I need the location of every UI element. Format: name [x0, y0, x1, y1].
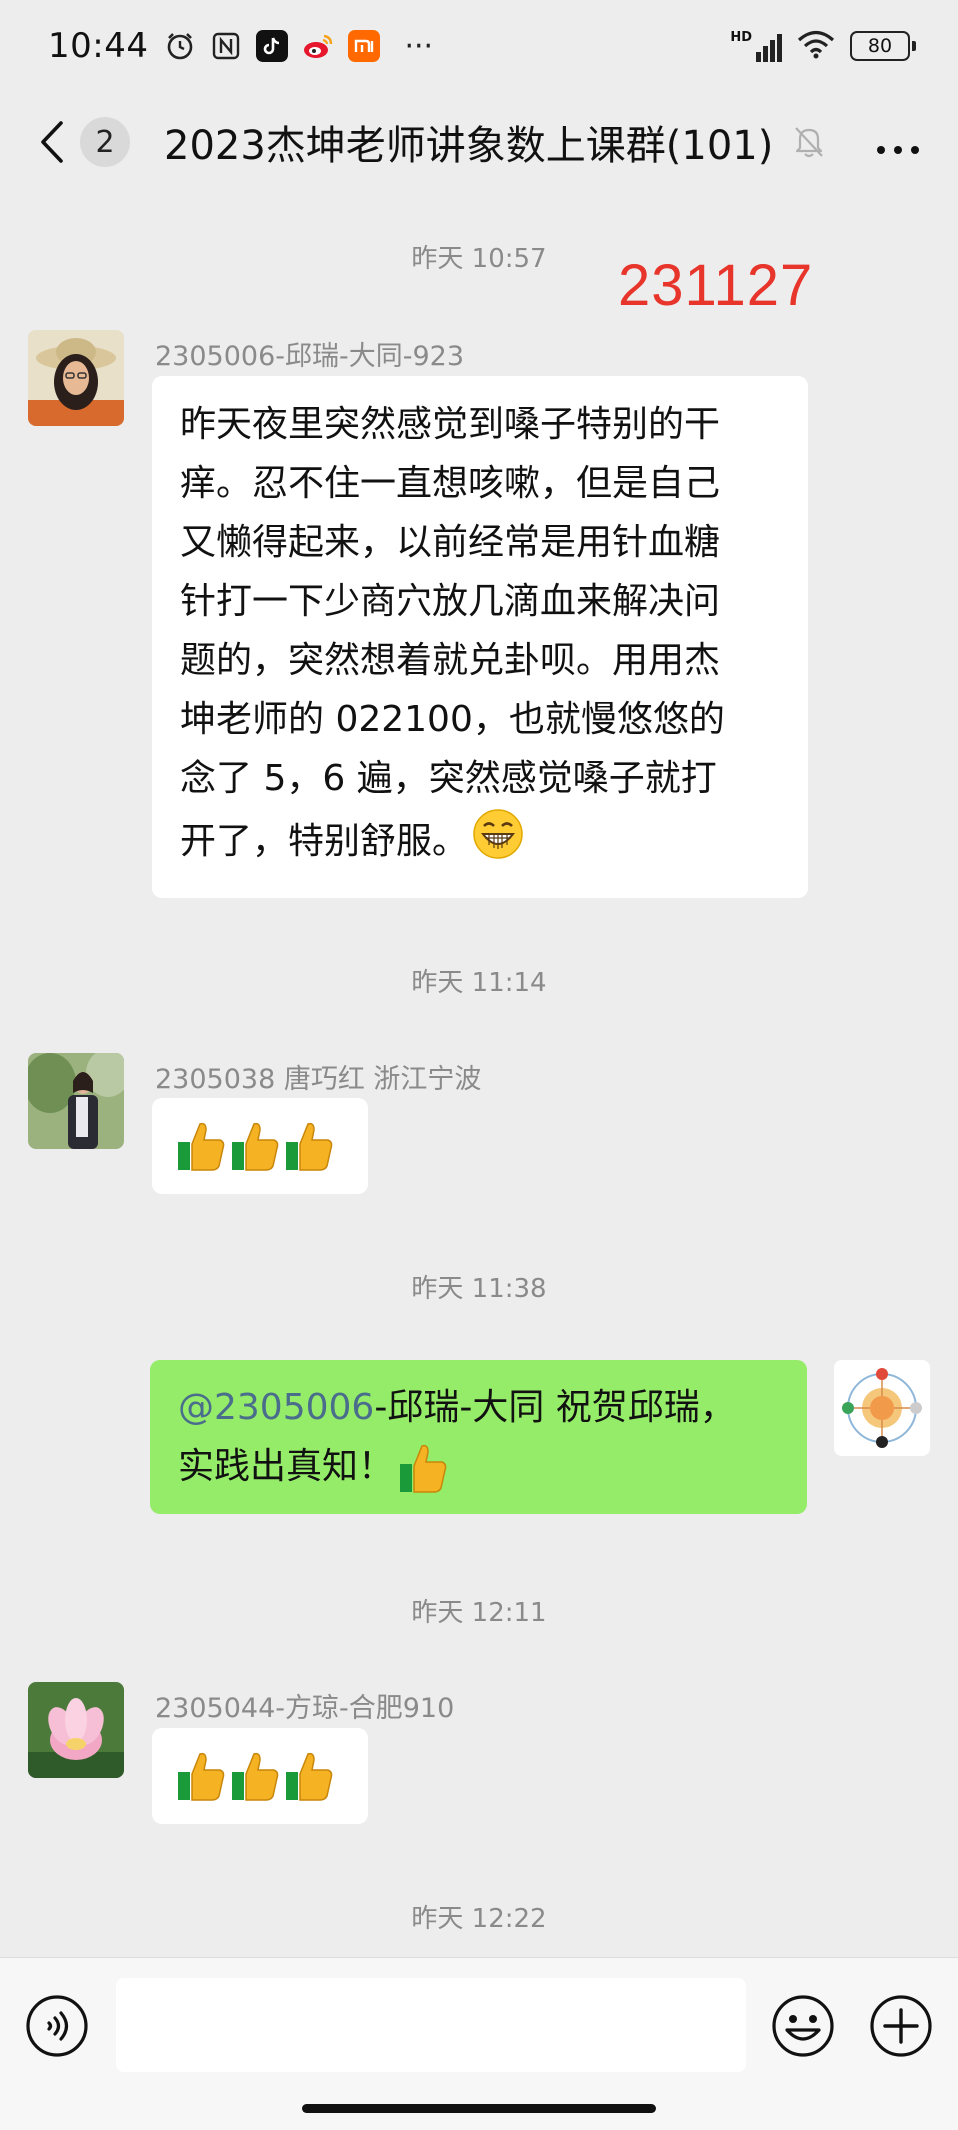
thumbs-up-icon	[284, 1120, 334, 1172]
mention-link[interactable]: @2305006	[178, 1387, 374, 1428]
message-timestamp: 昨天 11:14	[411, 968, 547, 998]
smiley-icon	[772, 1995, 834, 2057]
avatar[interactable]	[28, 1682, 124, 1778]
grinning-emoji-icon	[472, 808, 524, 878]
message-bubble[interactable]	[152, 1098, 368, 1194]
avatar[interactable]	[28, 1053, 124, 1149]
chevron-left-icon	[41, 121, 63, 163]
message-bubble[interactable]: 昨天夜里突然感觉到嗓子特别的干 痒。忍不住一直想咳嗽，但是自己 又懒得起来，以前…	[152, 376, 808, 898]
more-dots-icon	[877, 146, 919, 154]
home-indicator[interactable]	[302, 2104, 656, 2113]
thumbs-up-icon	[230, 1120, 280, 1172]
message-bubble-self[interactable]: @2305006-邱瑞-大同 祝贺邱瑞， 实践出真知！	[150, 1360, 807, 1514]
sender-name: 2305038 唐巧红 浙江宁波	[155, 1064, 482, 1095]
thumbs-up-icon	[284, 1750, 334, 1802]
mi-icon	[348, 30, 381, 62]
avatar[interactable]	[28, 330, 124, 426]
wifi-icon	[796, 29, 836, 63]
message-text: -邱瑞-大同 祝贺邱瑞，	[374, 1387, 736, 1428]
unread-count-badge[interactable]: 2	[80, 117, 130, 167]
thumbs-up-icon	[176, 1120, 226, 1172]
thumbs-up-icon	[176, 1750, 226, 1802]
alarm-icon	[164, 30, 196, 62]
status-right: HD 80	[730, 29, 916, 63]
more-functions-button[interactable]	[868, 1993, 934, 2059]
avatar-image	[834, 1360, 930, 1456]
status-notification-icons: ···	[164, 29, 433, 64]
sender-name: 2305044-方琼-合肥910	[155, 1693, 455, 1724]
message-timestamp: 昨天 11:38	[411, 1274, 547, 1304]
thumbs-up-icon	[230, 1750, 280, 1802]
battery-indicator: 80	[850, 31, 916, 61]
message-timestamp: 昨天 12:22	[411, 1904, 547, 1934]
message-input[interactable]	[116, 1978, 746, 2072]
message-text: 实践出真知！	[178, 1446, 395, 1487]
signal-icon: HD	[730, 30, 782, 62]
message-line: @2305006-邱瑞-大同 祝贺邱瑞，	[178, 1378, 781, 1437]
more-notifications-indicator: ···	[404, 28, 434, 64]
status-time: 10:44	[48, 26, 149, 66]
chat-header: 2 2023杰坤老师讲象数上课群(101)	[0, 92, 958, 192]
message-line: 实践出真知！	[178, 1437, 781, 1496]
message-text: 昨天夜里突然感觉到嗓子特别的干 痒。忍不住一直想咳嗽，但是自己 又懒得起来，以前…	[180, 404, 725, 862]
plus-circle-icon	[870, 1995, 932, 2057]
network-hd-label: HD	[730, 30, 752, 45]
back-button[interactable]	[30, 112, 74, 172]
avatar-image	[28, 1682, 124, 1778]
mute-bell-icon	[789, 122, 829, 162]
thumbs-up-icon	[398, 1442, 448, 1494]
avatar-image	[28, 330, 124, 426]
sender-name: 2305006-邱瑞-大同-923	[155, 341, 465, 372]
voice-icon	[26, 1995, 88, 2057]
chat-title: 2023杰坤老师讲象数上课群(101)	[164, 123, 774, 169]
voice-input-button[interactable]	[24, 1993, 90, 2059]
avatar-image	[28, 1053, 124, 1149]
weibo-icon	[302, 30, 334, 62]
avatar-self[interactable]	[834, 1360, 930, 1456]
more-options-button[interactable]	[868, 119, 928, 165]
message-bubble[interactable]	[152, 1728, 368, 1824]
tiktok-icon	[256, 30, 289, 62]
message-timestamp: 昨天 12:11	[411, 1598, 547, 1628]
message-timestamp: 昨天 10:57	[411, 244, 547, 274]
status-bar: 10:44 ··· HD 80	[0, 0, 958, 92]
nfc-icon	[210, 30, 242, 62]
emoji-button[interactable]	[770, 1993, 836, 2059]
